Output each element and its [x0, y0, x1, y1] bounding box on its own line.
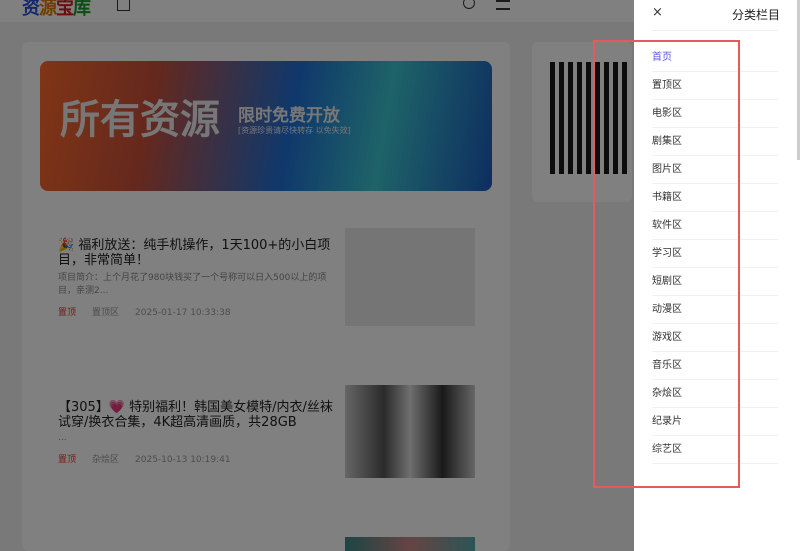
drawer-item[interactable]: 纪录片 — [652, 408, 778, 436]
logo-char: 源 — [39, 0, 56, 19]
post-item[interactable] — [40, 518, 492, 551]
drawer-backdrop[interactable]: 资源宝库 所有资源 限时免费开放 [资源珍贵请尽快转存 以免失效] 🎉 福利放送… — [0, 0, 634, 551]
post-meta: 置顶 杂烩区 2025-10-13 10:19:41 — [58, 452, 338, 465]
post-thumbnail[interactable] — [345, 228, 475, 326]
top-header: 资源宝库 — [0, 0, 634, 22]
post-description: ... — [58, 432, 338, 445]
post-item[interactable]: 🎉 福利放送：纯手机操作，1天100+的小白项目，非常简单！ 项目简介：上个月花… — [40, 212, 492, 344]
post-time: 2025-10-13 10:19:41 — [135, 455, 231, 465]
drawer-item[interactable]: 软件区 — [652, 212, 778, 240]
drawer-item[interactable]: 图片区 — [652, 156, 778, 184]
category-drawer: × 分类栏目 首页置顶区电影区剧集区图片区书籍区软件区学习区短剧区动漫区游戏区音… — [634, 0, 800, 551]
logo-char: 宝 — [56, 0, 73, 19]
post-thumbnail[interactable] — [345, 537, 475, 551]
pinned-tag: 置顶 — [58, 455, 76, 465]
drawer-title: 分类栏目 — [732, 6, 792, 23]
close-icon[interactable]: × — [652, 5, 663, 20]
qr-code-image — [550, 62, 630, 174]
menu-icon[interactable] — [496, 0, 510, 10]
post-time: 2025-01-17 10:33:38 — [135, 308, 231, 318]
drawer-item[interactable]: 书籍区 — [652, 184, 778, 212]
banner-subheading: 限时免费开放 — [238, 101, 368, 126]
drawer-item[interactable]: 游戏区 — [652, 324, 778, 352]
drawer-item[interactable]: 置顶区 — [652, 72, 778, 100]
banner-note: [资源珍贵请尽快转存 以免失效] — [238, 125, 388, 136]
drawer-item[interactable]: 短剧区 — [652, 268, 778, 296]
logo-char: 库 — [73, 0, 90, 19]
post-title[interactable]: 🎉 福利放送：纯手机操作，1天100+的小白项目，非常简单！ — [58, 238, 340, 268]
banner-heading: 所有资源 — [60, 96, 235, 144]
post-category[interactable]: 杂烩区 — [92, 455, 119, 465]
drawer-item[interactable]: 音乐区 — [652, 352, 778, 380]
home-icon[interactable] — [117, 0, 130, 11]
divider — [652, 30, 778, 31]
banner[interactable]: 所有资源 限时免费开放 [资源珍贵请尽快转存 以免失效] — [40, 61, 492, 191]
drawer-item[interactable]: 综艺区 — [652, 436, 778, 464]
pinned-tag: 置顶 — [58, 308, 76, 318]
post-category[interactable]: 置顶区 — [92, 308, 119, 318]
drawer-item[interactable]: 动漫区 — [652, 296, 778, 324]
drawer-item[interactable]: 首页 — [652, 44, 778, 72]
post-meta: 置顶 置顶区 2025-01-17 10:33:38 — [58, 305, 338, 318]
search-icon[interactable] — [463, 0, 475, 9]
post-title[interactable]: 【305】💗 特别福利！韩国美女模特/内衣/丝袜 试穿/换衣合集，4K超高清画质… — [58, 400, 340, 430]
drawer-item[interactable]: 电影区 — [652, 100, 778, 128]
post-description: 项目简介：上个月花了980块钱买了一个号称可以日入500以上的项目，亲测2... — [58, 272, 338, 298]
logo-char: 资 — [22, 0, 39, 19]
drawer-item[interactable]: 剧集区 — [652, 128, 778, 156]
drawer-item[interactable]: 杂烩区 — [652, 380, 778, 408]
post-item[interactable]: 【305】💗 特别福利！韩国美女模特/内衣/丝袜 试穿/换衣合集，4K超高清画质… — [40, 364, 492, 498]
drawer-item[interactable]: 学习区 — [652, 240, 778, 268]
post-thumbnail[interactable] — [345, 385, 475, 478]
site-logo[interactable]: 资源宝库 — [22, 0, 112, 20]
